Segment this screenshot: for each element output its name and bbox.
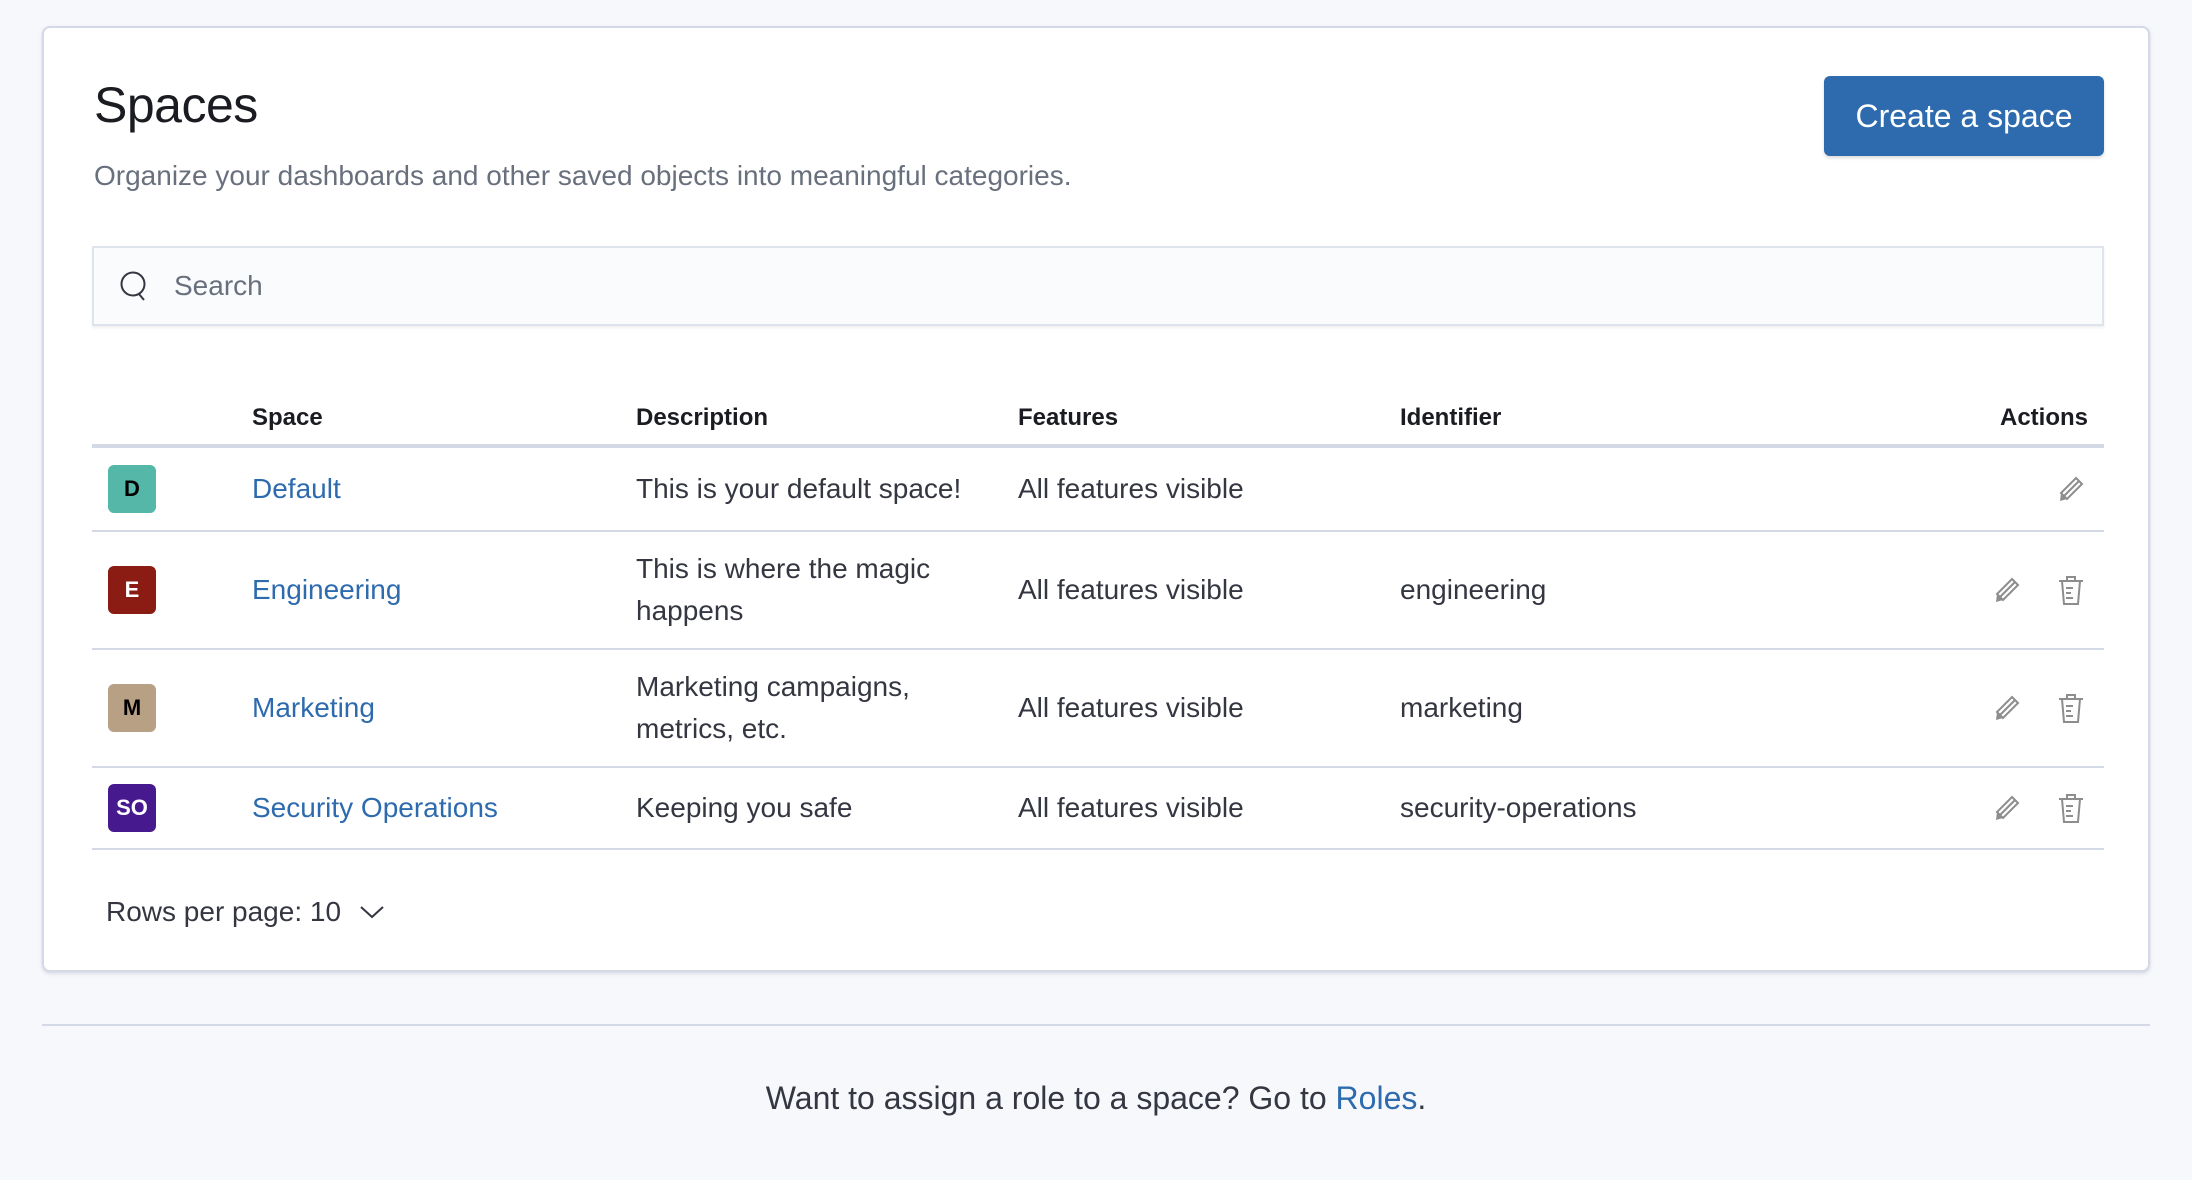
column-header-space[interactable]: Space <box>252 404 323 432</box>
space-name-cell: Marketing <box>252 687 375 729</box>
pencil-icon <box>1992 693 2022 723</box>
table-body: D Default This is your default space! All f… <box>92 448 2104 850</box>
pencil-icon <box>1992 793 2022 823</box>
column-header-description[interactable]: Description <box>636 404 768 432</box>
delete-space-button[interactable] <box>2054 573 2088 607</box>
pencil-icon <box>2056 474 2086 504</box>
rows-per-page-button[interactable]: Rows per page: 10 <box>106 896 385 928</box>
rows-per-page-label: Rows per page: 10 <box>106 896 342 927</box>
space-identifier: security-operations <box>1400 792 1637 823</box>
trash-icon <box>2056 574 2086 606</box>
space-description: Marketing campaigns, metrics, etc. <box>636 671 910 744</box>
spaces-table: Space Description Features Identifier Ac… <box>92 388 2104 850</box>
footer-hint: Want to assign a role to a space? Go to … <box>0 1078 2192 1118</box>
space-name-cell: Default <box>252 468 341 510</box>
search-input[interactable] <box>174 248 2102 324</box>
space-avatar[interactable]: D <box>108 465 156 513</box>
table-row: SO Security Operations Keeping you safe All… <box>92 768 2104 850</box>
row-actions <box>1990 791 2088 825</box>
page-subtitle: Organize your dashboards and other saved… <box>94 160 1072 191</box>
space-avatar[interactable]: E <box>108 566 156 614</box>
spaces-panel: Spaces Organize your dashboards and othe… <box>42 26 2150 972</box>
table-row: D Default This is your default space! All f… <box>92 448 2104 532</box>
roles-link[interactable]: Roles <box>1336 1080 1418 1116</box>
create-space-button[interactable]: Create a space <box>1824 76 2104 156</box>
row-actions <box>2054 472 2088 506</box>
table-row: E Engineering This is where the magic happ… <box>92 532 2104 650</box>
delete-space-button[interactable] <box>2054 791 2088 825</box>
space-features: All features visible <box>1018 473 1244 504</box>
space-features: All features visible <box>1018 574 1244 605</box>
space-identifier: marketing <box>1400 692 1523 723</box>
space-name-link[interactable]: Marketing <box>252 692 375 723</box>
edit-space-button[interactable] <box>1990 691 2024 725</box>
search-icon <box>116 267 154 305</box>
row-actions <box>1990 573 2088 607</box>
space-avatar[interactable]: SO <box>108 784 156 832</box>
page-title: Spaces <box>94 77 258 133</box>
chevron-down-icon <box>359 904 385 920</box>
footer-period: . <box>1417 1080 1427 1116</box>
space-name-link[interactable]: Default <box>252 473 341 504</box>
edit-space-button[interactable] <box>2054 472 2088 506</box>
space-description: This is where the magic happens <box>636 553 931 626</box>
pencil-icon <box>1992 575 2022 605</box>
edit-space-button[interactable] <box>1990 791 2024 825</box>
space-avatar[interactable]: M <box>108 684 156 732</box>
footer-text: Want to assign a role to a space? Go to <box>765 1080 1336 1116</box>
space-name-cell: Engineering <box>252 569 401 611</box>
search-field[interactable] <box>92 246 2104 326</box>
delete-space-button[interactable] <box>2054 691 2088 725</box>
space-features: All features visible <box>1018 692 1244 723</box>
trash-icon <box>2056 792 2086 824</box>
space-name-link[interactable]: Security Operations <box>252 792 498 823</box>
table-row: M Marketing Marketing campaigns, metrics, … <box>92 650 2104 768</box>
edit-space-button[interactable] <box>1990 573 2024 607</box>
space-name-link[interactable]: Engineering <box>252 574 401 605</box>
space-name-cell: Security Operations <box>252 787 498 829</box>
space-description: Keeping you safe <box>636 792 853 823</box>
column-header-identifier[interactable]: Identifier <box>1400 404 1501 432</box>
column-header-actions: Actions <box>1999 404 2088 431</box>
footer-divider <box>42 1024 2150 1026</box>
column-header-features[interactable]: Features <box>1018 404 1118 432</box>
trash-icon <box>2056 692 2086 724</box>
space-features: All features visible <box>1018 792 1244 823</box>
space-identifier: engineering <box>1400 574 1547 605</box>
space-description: This is your default space! <box>636 473 962 504</box>
table-header: Space Description Features Identifier Ac… <box>92 388 2104 448</box>
row-actions <box>1990 691 2088 725</box>
